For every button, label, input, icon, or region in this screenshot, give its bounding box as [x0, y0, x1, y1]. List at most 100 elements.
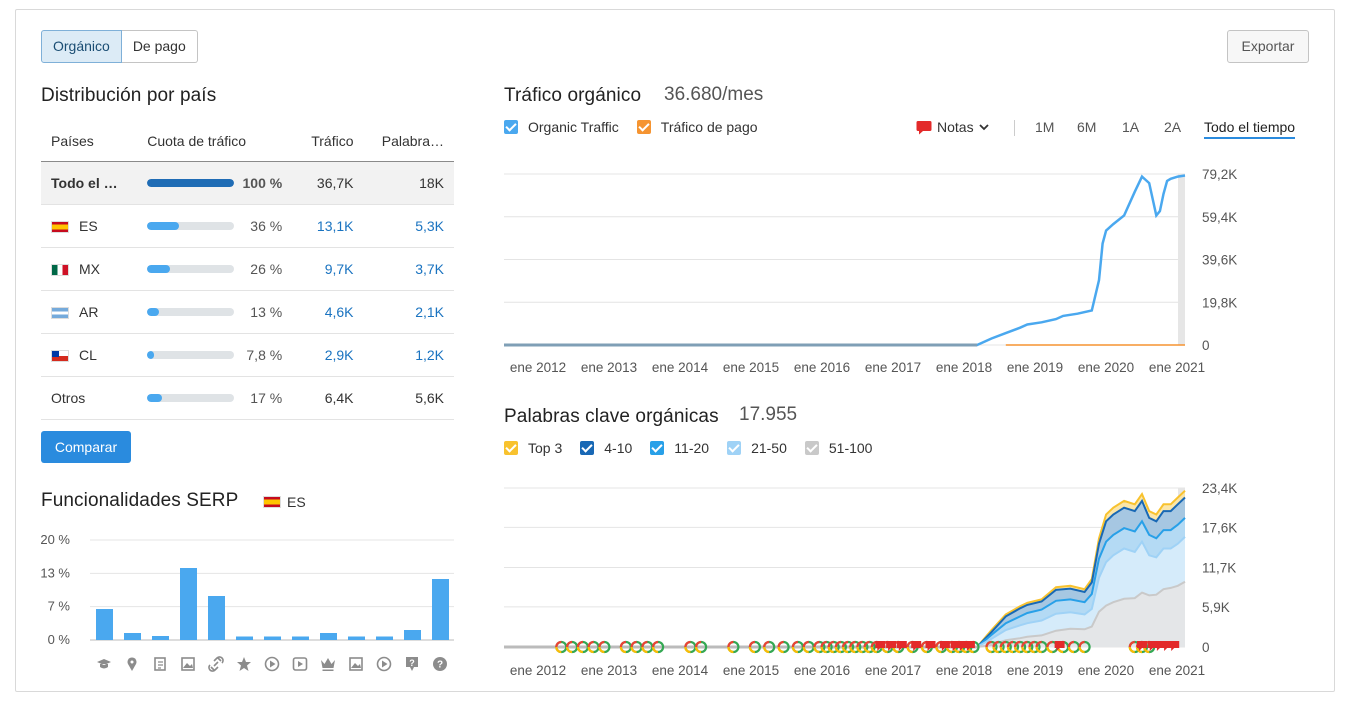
serp-features-chart: 20 % 13 % 7 % 0 % [40, 532, 454, 647]
keywords-link[interactable]: 5,3K [363, 204, 454, 248]
share-bar [147, 265, 235, 274]
range-2y[interactable]: 2A [1164, 119, 1181, 135]
traffic-link[interactable]: 9,7K [292, 247, 364, 291]
share-bar-fill [147, 351, 154, 360]
argentina-flag-icon [51, 306, 69, 319]
legend-label: 4-10 [604, 440, 633, 456]
col-traffic-share[interactable]: Cuota de tráfico [137, 121, 293, 162]
y-tick-label: 59,4K [1202, 210, 1237, 225]
country-name[interactable]: AR [79, 304, 98, 320]
legend-11-20[interactable]: 11-20 [650, 440, 709, 456]
play-icon [376, 656, 392, 672]
col-keywords[interactable]: Palabra… [363, 121, 454, 162]
y-tick-label: 20 % [40, 532, 70, 547]
share-bar [147, 351, 235, 360]
tab-organic[interactable]: Orgánico [41, 30, 122, 63]
table-row: Otros 17 % 6,4K 5,6K [41, 376, 454, 420]
serp-country-selector[interactable]: ES [263, 494, 306, 510]
keywords-link[interactable]: 1,2K [363, 333, 454, 377]
share-value: 100 % [242, 175, 283, 192]
bar [236, 636, 253, 640]
keywords-legend: Top 3 4-10 11-20 21-50 51-100 [504, 440, 890, 456]
col-countries[interactable]: Países [41, 121, 138, 162]
x-tick-label: ene 2016 [794, 360, 850, 375]
series-line [504, 174, 1186, 347]
share-bar-fill [147, 308, 159, 317]
chevron-down-icon [978, 124, 989, 131]
country-name[interactable]: ES [79, 218, 98, 234]
bar [96, 609, 113, 640]
legend-label: 21-50 [751, 440, 787, 456]
traffic-legend: Organic Traffic Tráfico de pago [504, 119, 776, 135]
bar [152, 636, 169, 640]
y-tick-label: 79,2K [1202, 167, 1237, 182]
checkbox-icon [504, 120, 518, 134]
x-tick-label: ene 2018 [936, 663, 992, 678]
country-name[interactable]: CL [79, 347, 97, 363]
x-tick-label: ene 2012 [510, 360, 566, 375]
x-tick-label: ene 2020 [1078, 360, 1134, 375]
keywords-link[interactable]: 2,1K [363, 290, 454, 334]
bar [404, 630, 421, 640]
y-tick-label: 11,7K [1202, 561, 1236, 576]
range-all-time[interactable]: Todo el tiempo [1204, 119, 1296, 139]
export-button[interactable]: Exportar [1227, 30, 1309, 63]
help-icon: ? [433, 657, 447, 671]
legend-21-50[interactable]: 21-50 [727, 440, 787, 456]
legend-label: Organic Traffic [528, 119, 619, 135]
table-row: AR 13 % 4,6K 2,1K [41, 290, 454, 334]
range-1m[interactable]: 1M [1035, 119, 1054, 135]
legend-top3[interactable]: Top 3 [504, 440, 562, 456]
legend-paid-traffic[interactable]: Tráfico de pago [636, 119, 758, 135]
note-marker-icon [916, 120, 932, 134]
serp-features-title: Funcionalidades SERP [41, 490, 239, 511]
table-row: CL 7,8 % 2,9K 1,2K [41, 333, 454, 377]
legend-51-100[interactable]: 51-100 [804, 440, 872, 456]
y-tick-label: 0 % [48, 632, 71, 647]
mexico-flag-icon [51, 263, 69, 276]
map-pin-icon [127, 657, 137, 671]
spain-flag-icon [51, 220, 69, 233]
share-bar-fill [147, 222, 179, 231]
compare-button[interactable]: Comparar [41, 431, 131, 463]
checkbox-icon [580, 441, 595, 455]
graduation-cap-icon [97, 659, 111, 669]
svg-text:?: ? [409, 658, 415, 668]
spain-flag-icon [263, 496, 281, 508]
notes-dropdown[interactable]: Notas [916, 119, 990, 135]
y-tick-label: 7 % [48, 599, 71, 614]
range-1y[interactable]: 1A [1122, 119, 1139, 135]
bar [124, 633, 141, 640]
link-icon [208, 656, 224, 672]
share-bar-fill [147, 265, 170, 274]
range-6m[interactable]: 6M [1077, 119, 1096, 135]
organic-traffic-chart: 79,2K 59,4K 39,6K 19,8K 0 ene 2012 ene 2013 ene… [504, 167, 1237, 375]
y-tick-label: 0 [1202, 338, 1210, 353]
tab-paid[interactable]: De pago [121, 30, 198, 63]
x-tick-label: ene 2021 [1149, 663, 1205, 678]
x-tick-label: ene 2019 [1007, 663, 1063, 678]
col-traffic[interactable]: Tráfico [292, 121, 364, 162]
keywords-value: 18K [363, 161, 454, 205]
legend-organic-traffic[interactable]: Organic Traffic [504, 119, 619, 135]
country-table: Países Cuota de tráfico Tráfico Palabra…… [41, 121, 454, 420]
traffic-type-toggle: Orgánico De pago [41, 30, 198, 63]
bar [320, 633, 337, 640]
x-tick-label: ene 2018 [936, 360, 992, 375]
traffic-value: 36,7K [292, 161, 364, 205]
y-tick-label: 23,4K [1202, 481, 1237, 496]
keywords-link[interactable]: 3,7K [363, 247, 454, 291]
legend-label: Tráfico de pago [660, 119, 758, 135]
traffic-link[interactable]: 2,9K [292, 333, 364, 377]
country-name[interactable]: MX [79, 261, 100, 277]
traffic-link[interactable]: 4,6K [292, 290, 364, 334]
divider [1014, 120, 1015, 136]
x-tick-label: ene 2015 [723, 663, 779, 678]
traffic-link[interactable]: 13,1K [292, 204, 364, 248]
organic-keywords-title: Palabras clave orgánicas [504, 406, 719, 427]
legend-4-10[interactable]: 4-10 [580, 440, 632, 456]
serp-feature-icons: ?? [97, 656, 447, 672]
question-icon: ? [406, 657, 418, 671]
share-value: 13 % [250, 304, 283, 321]
country-name: Todo el … [41, 161, 138, 205]
